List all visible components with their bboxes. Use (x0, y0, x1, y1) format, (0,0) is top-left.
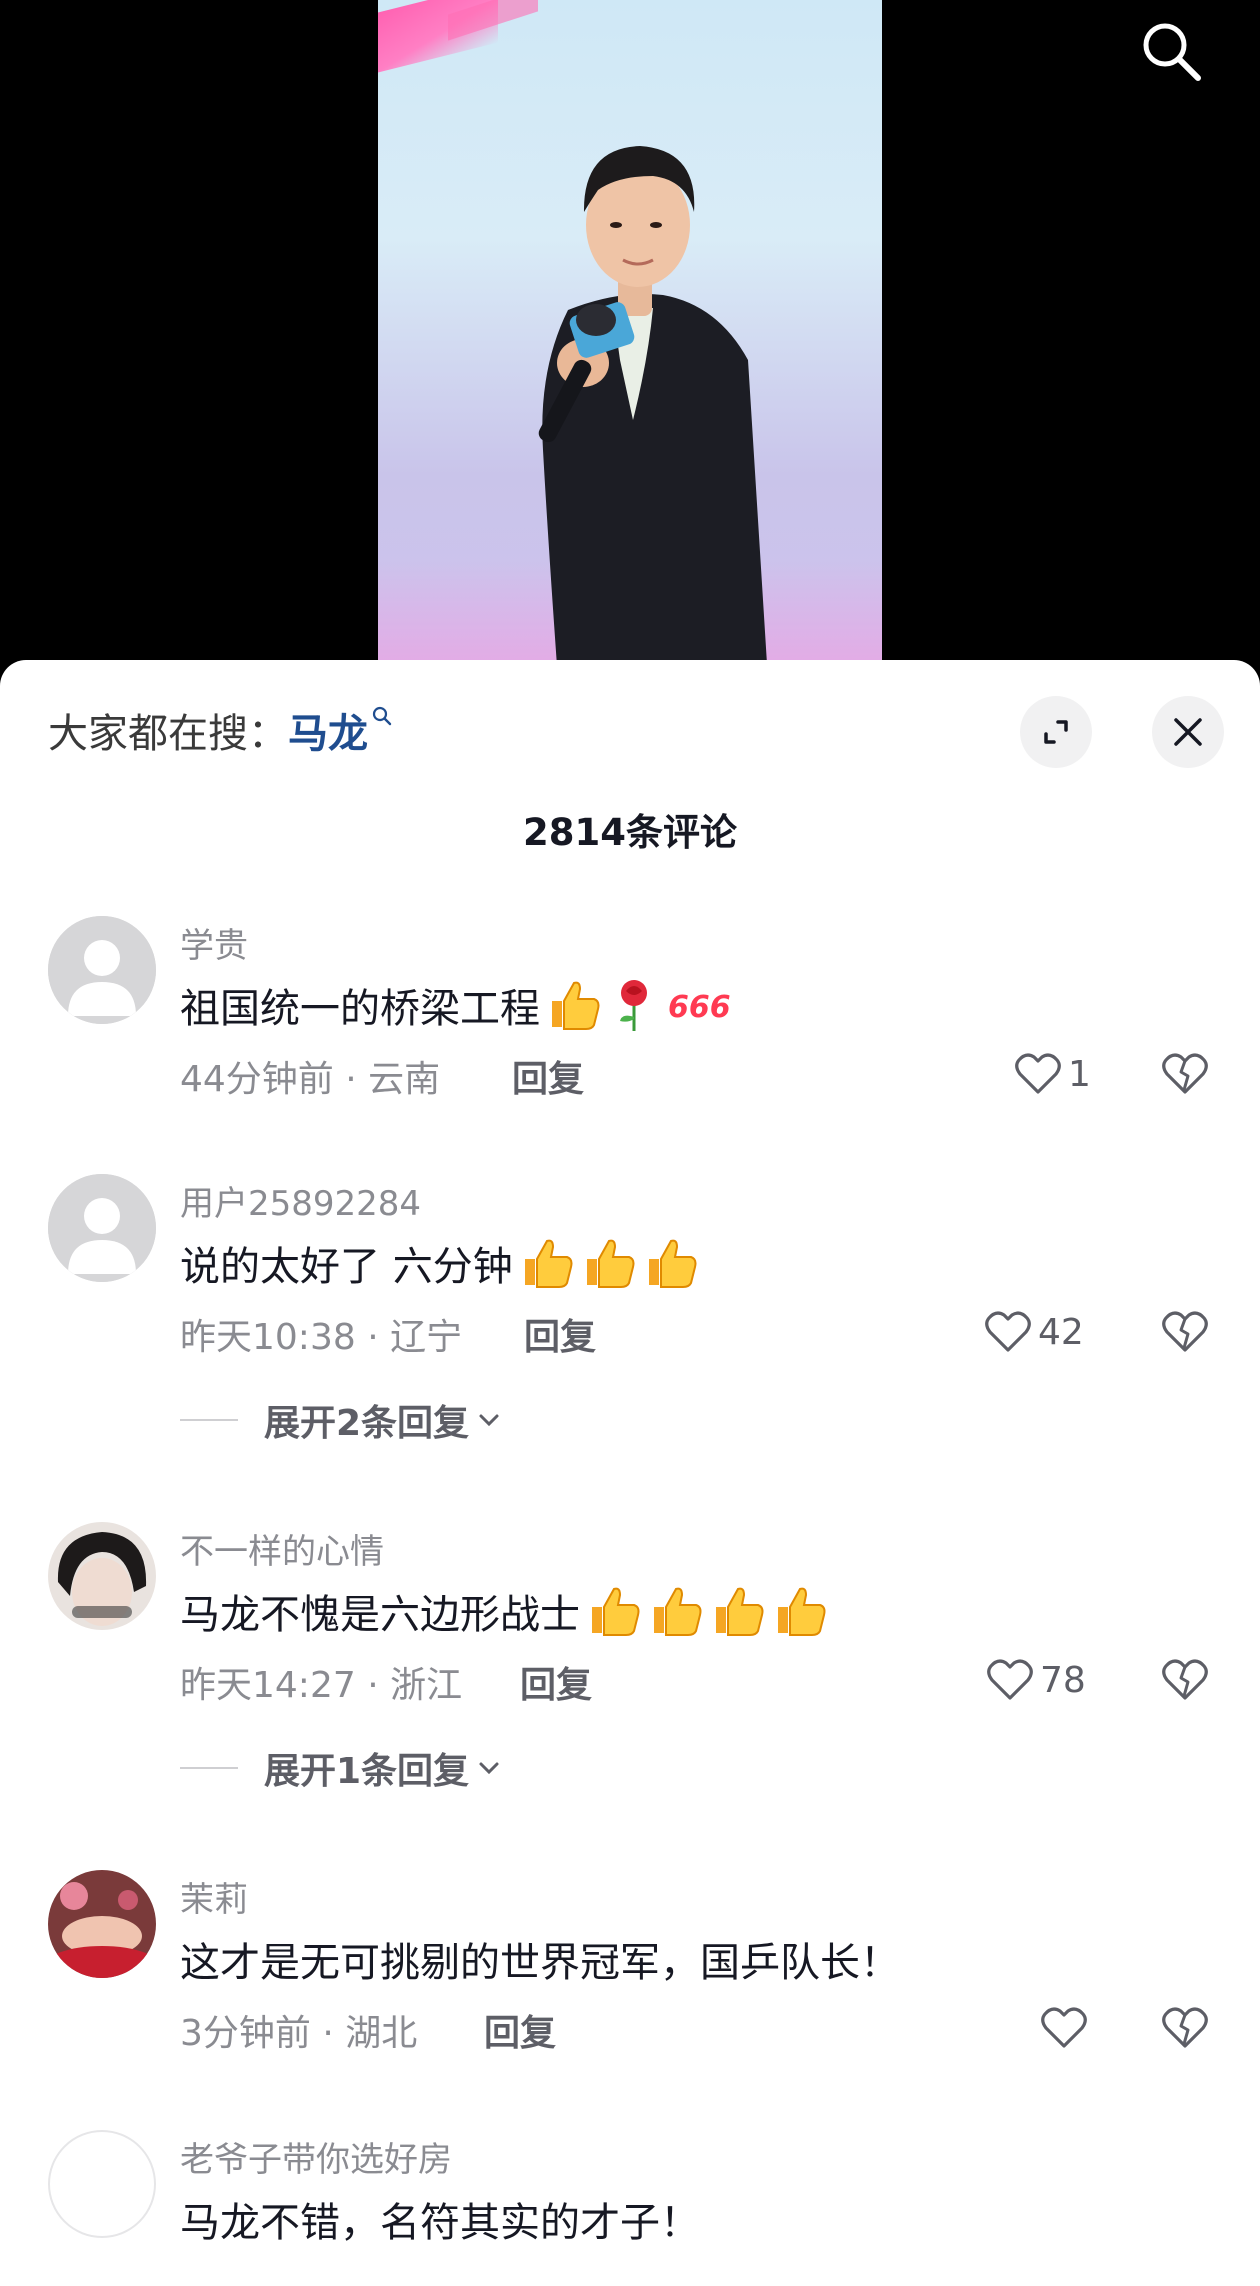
search-icon (372, 706, 392, 726)
broken-heart-icon (1162, 2007, 1208, 2048)
avatar[interactable] (48, 1174, 156, 1282)
comment-author[interactable]: 用户25892284 (180, 1176, 421, 1225)
thumbs-up-icon (643, 1237, 699, 1289)
reply-button[interactable]: 回复 (512, 1050, 584, 1102)
avatar[interactable] (48, 1870, 156, 1978)
expand-icon (1044, 720, 1068, 744)
svg-text:666: 666 (668, 990, 731, 1025)
broken-heart-icon (1162, 1659, 1208, 1700)
hot-search-bar[interactable]: 大家都在搜： 马龙 (48, 700, 392, 760)
comment-count-title: 2814条评论 (523, 811, 737, 854)
expand-replies-button[interactable]: 展开1条回复 (180, 1742, 501, 1794)
heart-icon (987, 1659, 1033, 1700)
user-avatar-image (48, 1870, 156, 1978)
comment-meta: 3分钟前 · 湖北 (180, 2013, 418, 2054)
search-icon (1143, 23, 1201, 81)
divider (180, 1767, 238, 1769)
video-player[interactable]: 台海 时刻 (0, 0, 1260, 680)
avatar[interactable] (48, 916, 156, 1024)
expand-replies-button[interactable]: 展开2条回复 (180, 1394, 501, 1446)
avatar[interactable] (48, 1522, 156, 1630)
heart-icon (985, 1311, 1031, 1352)
comment-text[interactable]: 说的太好了 六分钟 (180, 1234, 699, 1292)
dislike-button[interactable] (1158, 1048, 1212, 1100)
dislike-button[interactable] (1158, 1306, 1212, 1358)
thumbs-up-icon (519, 1237, 575, 1289)
like-button[interactable]: 42 (984, 1306, 1084, 1358)
reply-button[interactable]: 回复 (484, 2004, 556, 2056)
close-icon (1174, 718, 1202, 746)
comment-text[interactable]: 马龙不错，名符其实的才子！ (180, 2190, 700, 2248)
dislike-button[interactable] (1158, 1654, 1212, 1706)
reply-button[interactable]: 回复 (524, 1308, 596, 1360)
like-count: 78 (1040, 1659, 1086, 1701)
hot-search-label: 大家都在搜： (48, 711, 288, 757)
broken-heart-icon (1162, 1053, 1208, 1094)
comment-author[interactable]: 学贵 (180, 918, 248, 967)
comment-text[interactable]: 这才是无可挑剔的世界冠军，国乒队长！ (180, 1930, 900, 1988)
comment-sheet: 大家都在搜： 马龙 2814条评论 学贵 祖国统一的桥梁工程 666 44分钟前… (0, 660, 1260, 2286)
thumbs-up-icon (586, 1585, 642, 1637)
rose-icon (608, 977, 660, 1033)
broken-heart-icon (1162, 1311, 1208, 1352)
thumbs-up-icon (546, 979, 602, 1031)
avatar[interactable] (48, 2130, 156, 2238)
search-button[interactable] (1138, 18, 1204, 84)
heart-icon (1041, 2007, 1087, 2048)
comment-author[interactable]: 茉莉 (180, 1872, 248, 1921)
hot-search-term[interactable]: 马龙 (288, 701, 368, 759)
like-button[interactable]: 78 (986, 1654, 1086, 1706)
expand-sheet-button[interactable] (1020, 696, 1092, 768)
comment-text[interactable]: 马龙不愧是六边形战士 (180, 1582, 828, 1640)
heart-icon (1015, 1053, 1061, 1094)
comment-meta: 昨天14:27 · 浙江 (180, 1665, 463, 1706)
chevron-down-icon (479, 1762, 499, 1775)
divider (180, 1419, 238, 1421)
thumbs-up-icon (772, 1585, 828, 1637)
comment-author[interactable]: 不一样的心情 (180, 1524, 384, 1573)
default-avatar-icon (48, 1174, 156, 1282)
user-avatar-image (48, 1522, 156, 1630)
like-count: 42 (1038, 1311, 1084, 1353)
default-avatar-icon (48, 916, 156, 1024)
chevron-down-icon (479, 1414, 499, 1427)
thumbs-up-icon (648, 1585, 704, 1637)
like-count: 1 (1068, 1053, 1091, 1095)
like-button[interactable] (1040, 2002, 1094, 2054)
video-frame[interactable]: 台海 时刻 (378, 0, 882, 680)
thumbs-up-icon (710, 1585, 766, 1637)
emoji-666-icon: 666 (666, 983, 732, 1027)
reply-button[interactable]: 回复 (520, 1656, 592, 1708)
comment-text[interactable]: 祖国统一的桥梁工程 666 (180, 976, 732, 1034)
comment-meta: 昨天10:38 · 辽宁 (180, 1317, 463, 1358)
comment-meta: 44分钟前 · 云南 (180, 1059, 441, 1100)
comment-author[interactable]: 老爷子带你选好房 (180, 2132, 452, 2181)
like-button[interactable]: 1 (1014, 1048, 1091, 1100)
close-sheet-button[interactable] (1152, 696, 1224, 768)
speaker-figure (538, 146, 768, 680)
dislike-button[interactable] (1158, 2002, 1212, 2054)
thumbs-up-icon (581, 1237, 637, 1289)
